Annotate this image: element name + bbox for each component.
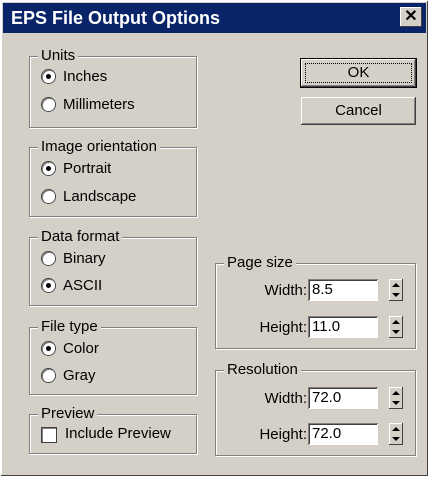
close-icon: ✕	[404, 8, 418, 25]
eps-output-dialog: EPS File Output Options ✕ Units Inches M…	[0, 0, 429, 477]
resolution-width-spinner[interactable]	[389, 387, 403, 409]
units-millimeters-radio[interactable]	[42, 98, 55, 111]
preview-legend: Preview	[38, 405, 98, 422]
units-millimeters-label: Millimeters	[63, 96, 135, 113]
window-title: EPS File Output Options	[11, 8, 220, 28]
orientation-group: Image orientation	[29, 138, 197, 217]
spinner-down-icon	[392, 330, 400, 334]
spinner-up-icon	[392, 320, 400, 324]
resolution-legend: Resolution	[224, 361, 301, 378]
page-height-label: Height:	[259, 319, 307, 336]
spinner-up-icon	[392, 391, 400, 395]
include-preview-label: Include Preview	[65, 425, 171, 442]
units-inches-label: Inches	[63, 68, 108, 85]
file-type-color-label: Color	[63, 340, 99, 357]
data-format-group: Data format	[29, 228, 197, 306]
data-format-legend: Data format	[38, 228, 123, 245]
page-size-legend: Page size	[224, 254, 296, 271]
data-format-binary-label: Binary	[63, 250, 106, 267]
orientation-legend: Image orientation	[38, 138, 160, 155]
file-type-color-radio[interactable]	[42, 342, 55, 355]
units-legend: Units	[38, 47, 79, 64]
page-width-label: Width:	[264, 282, 307, 299]
resolution-width-label: Width:	[264, 390, 307, 407]
units-group: Units	[29, 47, 197, 128]
resolution-height-spinner[interactable]	[389, 423, 403, 445]
spinner-up-icon	[392, 427, 400, 431]
ok-button[interactable]: OK	[300, 58, 417, 88]
orientation-landscape-label: Landscape	[63, 188, 137, 205]
focus-rect	[305, 63, 412, 83]
title-bar: EPS File Output Options ✕	[3, 3, 426, 33]
include-preview-checkbox[interactable]	[42, 428, 56, 442]
spinner-up-icon	[392, 283, 400, 287]
file-type-group: File type	[29, 318, 197, 395]
resolution-width-field[interactable]: 72.0	[308, 387, 378, 409]
spinner-down-icon	[392, 293, 400, 297]
orientation-portrait-radio[interactable]	[42, 162, 55, 175]
spinner-down-icon	[392, 401, 400, 405]
page-height-field[interactable]: 11.0	[308, 316, 378, 338]
file-type-gray-radio[interactable]	[42, 369, 55, 382]
resolution-height-field[interactable]: 72.0	[308, 423, 378, 445]
orientation-portrait-label: Portrait	[63, 160, 112, 177]
data-format-ascii-label: ASCII	[63, 277, 103, 294]
resolution-height-label: Height:	[259, 426, 307, 443]
spinner-down-icon	[392, 437, 400, 441]
units-inches-radio[interactable]	[42, 70, 55, 83]
file-type-gray-label: Gray	[63, 367, 96, 384]
page-height-spinner[interactable]	[389, 316, 403, 338]
cancel-button-label: Cancel	[335, 102, 382, 119]
file-type-legend: File type	[38, 318, 101, 335]
page-width-spinner[interactable]	[389, 279, 403, 301]
data-format-binary-radio[interactable]	[42, 252, 55, 265]
page-width-field[interactable]: 8.5	[308, 279, 378, 301]
data-format-ascii-radio[interactable]	[42, 279, 55, 292]
orientation-landscape-radio[interactable]	[42, 190, 55, 203]
cancel-button[interactable]: Cancel	[301, 97, 416, 125]
close-button[interactable]: ✕	[400, 7, 422, 27]
